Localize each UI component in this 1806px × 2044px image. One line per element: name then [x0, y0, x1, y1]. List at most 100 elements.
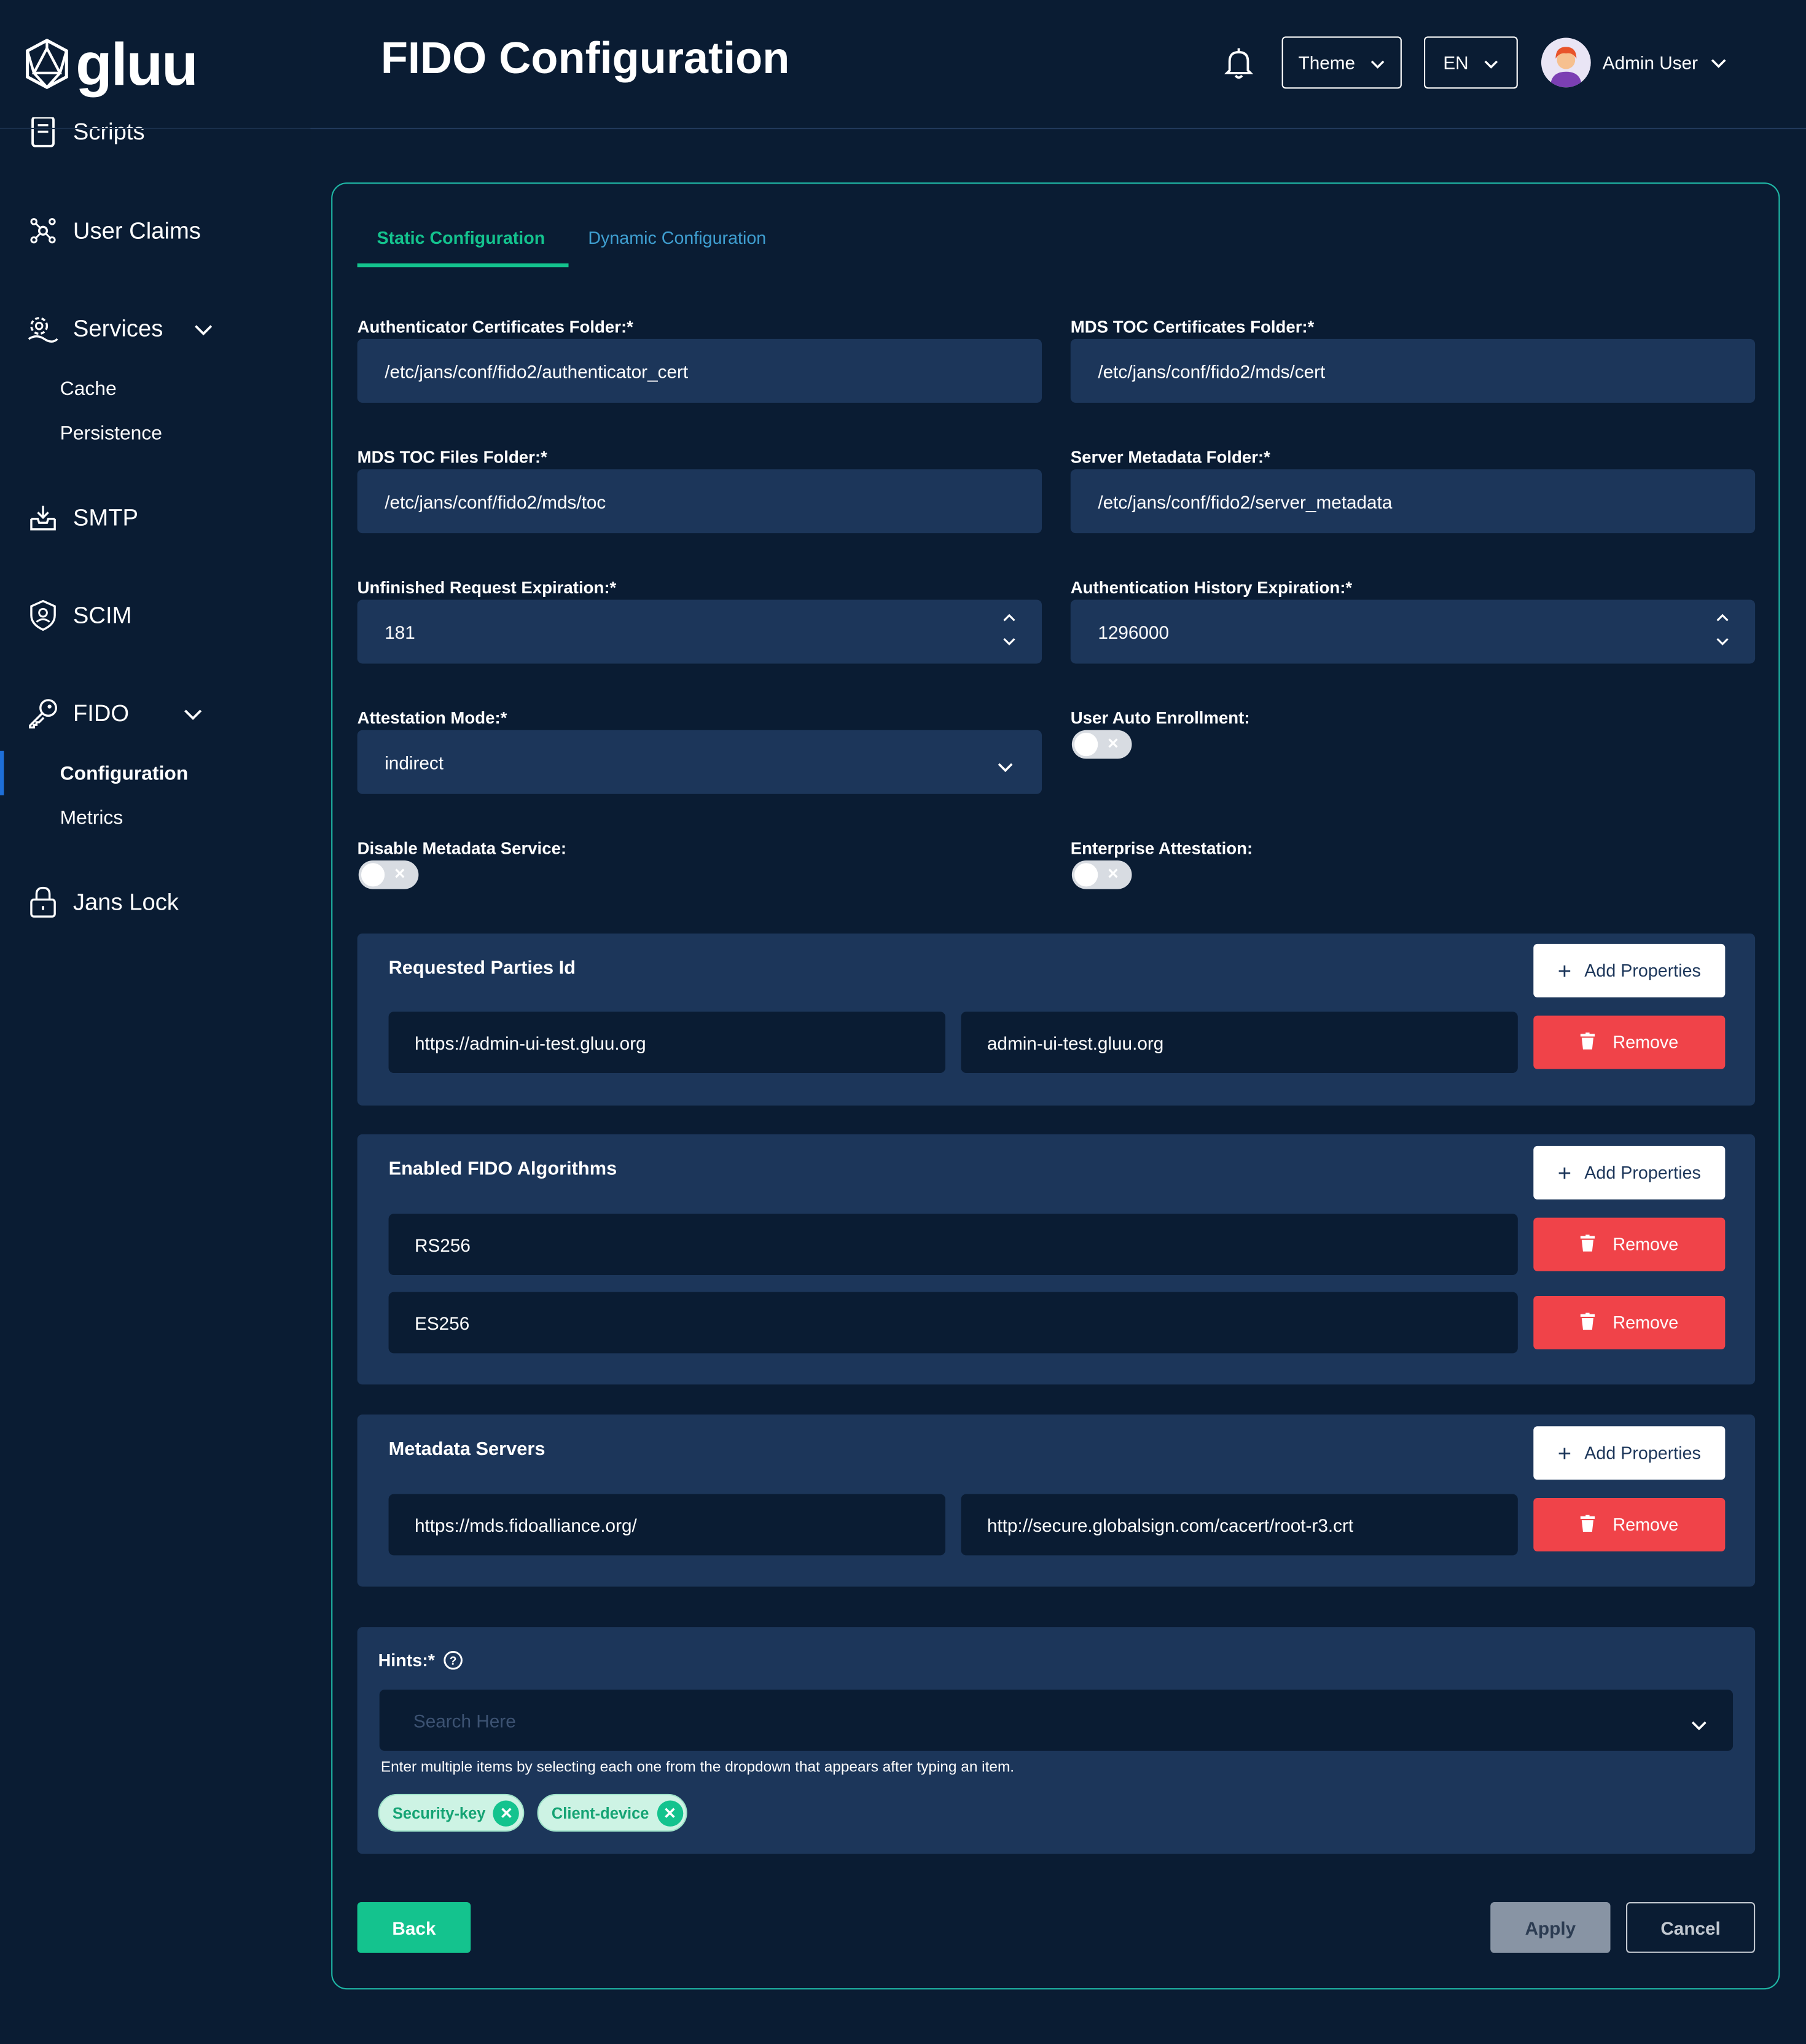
mds-toc-files-folder-input[interactable]: /etc/jans/conf/fido2/mds/toc [357, 469, 1042, 534]
sidebar-item-fido[interactable]: FIDO [26, 696, 202, 730]
attestation-mode-label: Attestation Mode:* [357, 708, 507, 728]
plus-icon: + [1557, 958, 1572, 984]
add-properties-button[interactable]: + Add Properties [1533, 1426, 1726, 1480]
mds-toc-files-folder-label: MDS TOC Files Folder:* [357, 447, 547, 467]
services-icon [26, 311, 60, 345]
remove-label: Remove [1612, 1313, 1679, 1333]
svg-text:?: ? [449, 1655, 456, 1668]
chevron-down-icon[interactable] [1711, 52, 1726, 76]
chevron-down-icon[interactable] [194, 315, 213, 343]
attestation-mode-select[interactable]: indirect [357, 730, 1042, 794]
remove-button[interactable]: Remove [1533, 1497, 1726, 1552]
hints-placeholder: Search Here [413, 1709, 516, 1731]
sidebar-item-jans-lock[interactable]: Jans Lock [26, 885, 179, 919]
sidebar-subitem-metrics[interactable]: Metrics [60, 807, 123, 829]
requested-parties-title: Requested Parties Id [388, 958, 576, 980]
theme-dropdown[interactable]: Theme [1281, 36, 1402, 89]
remove-button[interactable]: Remove [1533, 1217, 1726, 1271]
bell-icon[interactable] [1223, 47, 1254, 87]
language-dropdown[interactable]: EN [1423, 36, 1518, 89]
sidebar-item-label: SCIM [72, 601, 132, 628]
remove-button[interactable]: Remove [1533, 1015, 1726, 1069]
server-metadata-folder-label: Server Metadata Folder:* [1070, 447, 1270, 467]
sidebar-subitem-persistence[interactable]: Persistence [60, 423, 162, 445]
cancel-button[interactable]: Cancel [1626, 1902, 1756, 1953]
metadata-servers-title: Metadata Servers [388, 1439, 545, 1461]
sidebar-item-services[interactable]: Services [26, 311, 213, 345]
user-name[interactable]: Admin User [1603, 52, 1698, 73]
gluu-logo[interactable]: gluu [23, 29, 198, 98]
enterprise-attestation-toggle[interactable]: ✕ [1071, 860, 1132, 889]
add-properties-button[interactable]: + Add Properties [1533, 1145, 1726, 1199]
header-divider [0, 128, 311, 130]
plus-icon: + [1557, 1160, 1572, 1186]
requested-party-key-input[interactable]: https://admin-ui-test.gluu.org [388, 1012, 945, 1073]
sidebar-subitem-configuration[interactable]: Configuration [60, 763, 189, 785]
server-metadata-folder-input[interactable]: /etc/jans/conf/fido2/server_metadata [1070, 469, 1756, 534]
tab-dynamic-configuration[interactable]: Dynamic Configuration [588, 228, 766, 248]
plus-icon: + [1557, 1440, 1572, 1466]
hints-label: Hints:* [378, 1650, 435, 1671]
toggle-knob [1074, 863, 1098, 887]
disable-metadata-service-toggle[interactable]: ✕ [358, 860, 419, 889]
number-stepper[interactable] [1003, 613, 1015, 647]
algorithm-input-rs256[interactable]: RS256 [388, 1214, 1518, 1276]
remove-label: Remove [1612, 1032, 1679, 1053]
chevron-down-icon[interactable] [1691, 1714, 1706, 1735]
metadata-server-cert-input[interactable]: http://secure.globalsign.com/cacert/root… [961, 1494, 1518, 1556]
sidebar: gluu Scripts User Claims Services Cache … [0, 0, 311, 2044]
auth-history-expiration-input[interactable]: 1296000 [1070, 599, 1756, 664]
chevron-down-icon [1484, 52, 1498, 73]
fido-algorithms-title: Enabled FIDO Algorithms [388, 1159, 617, 1180]
sidebar-subitem-cache[interactable]: Cache [60, 378, 117, 400]
add-properties-label: Add Properties [1584, 1443, 1701, 1463]
trash-icon [1580, 1234, 1595, 1255]
metadata-servers-panel: Metadata Servers + Add Properties https:… [357, 1414, 1756, 1587]
mds-toc-cert-folder-input[interactable]: /etc/jans/conf/fido2/mds/cert [1070, 338, 1756, 403]
header-divider [310, 128, 1806, 130]
sidebar-item-user-claims[interactable]: User Claims [26, 214, 201, 248]
chevron-down-icon[interactable] [184, 700, 202, 727]
sidebar-item-smtp[interactable]: SMTP [26, 501, 138, 534]
sidebar-item-label: SMTP [72, 504, 139, 530]
hints-search-input[interactable]: Search Here [379, 1690, 1734, 1751]
enterprise-attestation-label: Enterprise Attestation: [1070, 838, 1253, 858]
help-icon[interactable]: ? [443, 1650, 463, 1670]
metadata-server-url-input[interactable]: https://mds.fidoalliance.org/ [388, 1494, 945, 1556]
user-auto-enrollment-toggle[interactable]: ✕ [1071, 730, 1132, 759]
trash-icon [1580, 1514, 1595, 1535]
close-icon[interactable]: ✕ [657, 1800, 683, 1826]
number-stepper[interactable] [1716, 613, 1729, 647]
requested-parties-panel: Requested Parties Id + Add Properties ht… [357, 933, 1756, 1106]
claims-icon [26, 214, 60, 248]
tab-static-configuration[interactable]: Static Configuration [377, 228, 545, 248]
close-icon[interactable]: ✕ [493, 1800, 520, 1826]
hints-help-text: Enter multiple items by selecting each o… [380, 1760, 1015, 1776]
stepper-arrows-icon [1716, 614, 1729, 646]
logo-text: gluu [76, 29, 198, 98]
sidebar-item-scripts[interactable]: Scripts [26, 117, 145, 151]
remove-button[interactable]: Remove [1533, 1295, 1726, 1349]
apply-button[interactable]: Apply [1490, 1902, 1611, 1953]
back-button[interactable]: Back [357, 1902, 471, 1953]
avatar[interactable] [1541, 37, 1591, 88]
user-auto-enrollment-label: User Auto Enrollment: [1070, 708, 1250, 728]
unfinished-request-expiration-label: Unfinished Request Expiration:* [357, 577, 617, 598]
logo-icon [26, 38, 68, 90]
unfinished-request-expiration-value: 181 [385, 621, 415, 642]
sidebar-item-label: Jans Lock [72, 888, 179, 915]
requested-party-value-input[interactable]: admin-ui-test.gluu.org [961, 1012, 1518, 1073]
theme-label: Theme [1298, 52, 1356, 73]
chevron-down-icon [1371, 52, 1385, 73]
algorithm-input-es256[interactable]: ES256 [388, 1292, 1518, 1354]
add-properties-button[interactable]: + Add Properties [1533, 943, 1726, 997]
sidebar-item-scim[interactable]: SCIM [26, 598, 131, 632]
auth-history-expiration-label: Authentication History Expiration:* [1070, 577, 1353, 598]
unfinished-request-expiration-input[interactable]: 181 [357, 599, 1042, 664]
add-properties-label: Add Properties [1584, 1163, 1701, 1183]
auth-cert-folder-input[interactable]: /etc/jans/conf/fido2/authenticator_cert [357, 338, 1042, 403]
close-icon: ✕ [1107, 867, 1119, 883]
mds-toc-cert-folder-label: MDS TOC Certificates Folder:* [1070, 316, 1315, 337]
auth-history-expiration-value: 1296000 [1098, 621, 1170, 642]
chevron-down-icon [998, 756, 1013, 777]
